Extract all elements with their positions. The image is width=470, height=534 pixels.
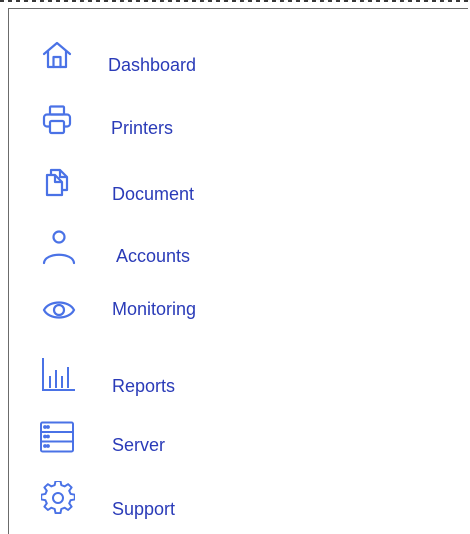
document-icon <box>41 166 73 198</box>
top-dashed-border <box>0 0 470 2</box>
sidebar-item-server[interactable]: Server <box>9 421 309 465</box>
sidebar-item-label: Document <box>112 184 195 204</box>
gear-icon <box>41 481 75 514</box>
sidebar-item-label: Monitoring <box>112 299 197 319</box>
printer-icon <box>41 104 73 136</box>
sidebar-item-label: Accounts <box>116 246 191 266</box>
bar-chart-icon <box>41 358 75 391</box>
server-icon <box>39 421 75 453</box>
sidebar-item-monitoring[interactable]: Monitoring <box>9 294 309 338</box>
user-icon <box>41 230 77 265</box>
sidebar-nav: Dashboard Printers Document Accounts Mon… <box>8 8 468 534</box>
sidebar-item-label: Support <box>112 499 176 519</box>
sidebar-item-printers[interactable]: Printers <box>9 104 309 148</box>
sidebar-item-dashboard[interactable]: Dashboard <box>9 39 309 83</box>
sidebar-item-label: Printers <box>111 118 174 138</box>
eye-icon <box>41 294 77 326</box>
sidebar-item-document[interactable]: Document <box>9 166 309 210</box>
sidebar-item-accounts[interactable]: Accounts <box>9 230 309 274</box>
sidebar-item-label: Server <box>112 435 166 455</box>
sidebar-item-support[interactable]: Support <box>9 481 309 525</box>
home-icon <box>41 39 73 71</box>
sidebar-item-label: Dashboard <box>108 55 197 75</box>
sidebar-item-label: Reports <box>112 376 176 396</box>
sidebar-item-reports[interactable]: Reports <box>9 358 309 402</box>
